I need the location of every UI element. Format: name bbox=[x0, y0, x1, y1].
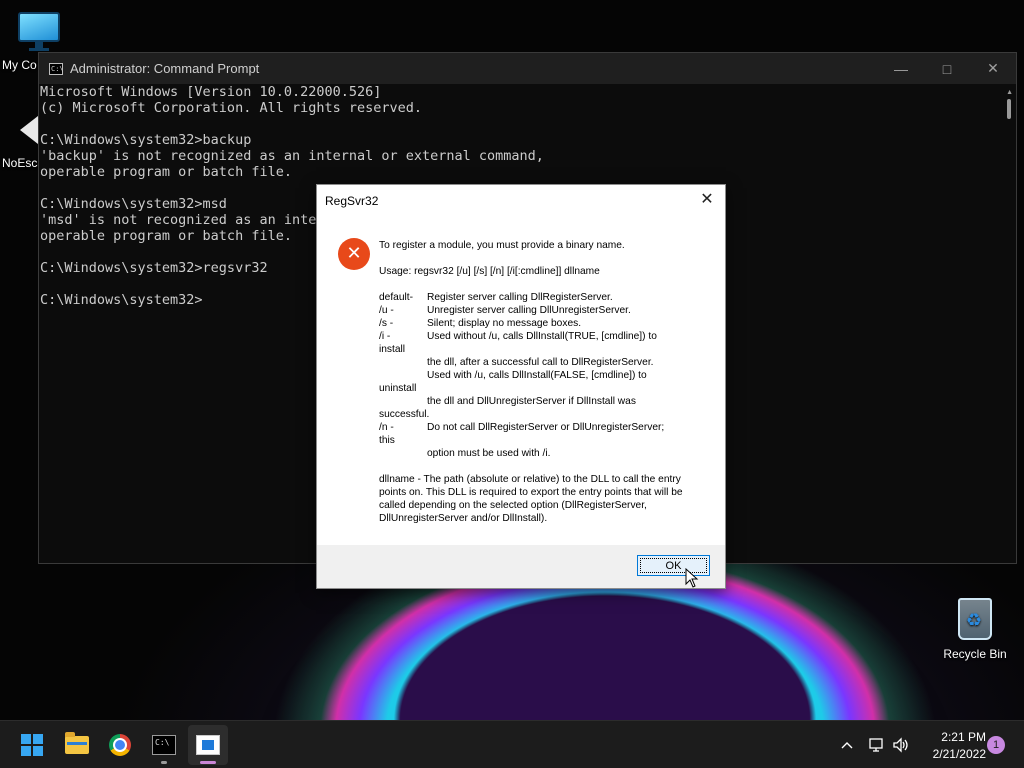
monitor-icon bbox=[18, 12, 60, 42]
taskbar-file-explorer[interactable] bbox=[57, 725, 97, 765]
terminal-icon: C:\ bbox=[49, 62, 64, 75]
regsvr32-dialog[interactable]: RegSvr32 ✕ ✕ To register a module, you m… bbox=[316, 184, 726, 589]
windows-logo-icon bbox=[21, 734, 43, 756]
dialog-close-button[interactable]: ✕ bbox=[695, 188, 719, 212]
clock[interactable]: 2:21 PM 2/21/2022 bbox=[916, 729, 986, 763]
start-button[interactable] bbox=[12, 725, 52, 765]
network-icon bbox=[869, 738, 883, 752]
option-row: /n - Do not call DllRegisterServer or Dll… bbox=[379, 422, 665, 433]
option-row: /u - Unregister server calling DllUnregis… bbox=[379, 305, 631, 316]
option-row: default- Register server calling DllRegis… bbox=[379, 292, 613, 303]
terminal-icon: C:\ bbox=[152, 735, 176, 755]
scroll-up-arrow[interactable]: ▲ bbox=[1006, 89, 1013, 96]
message-dllname: dllname - The path (absolute or relative… bbox=[379, 474, 683, 524]
message-line: the dll, after a successful call to DllR… bbox=[427, 357, 654, 368]
desktop-icon-label: My Co bbox=[2, 58, 37, 72]
message-line: the dll and DllUnregisterServer if DllIn… bbox=[427, 396, 636, 407]
option-row: /i - Used without /u, calls DllInstall(TR… bbox=[379, 331, 657, 342]
volume-button[interactable] bbox=[890, 721, 912, 768]
arrow-icon bbox=[20, 116, 38, 144]
console-line: operable program or batch file. bbox=[40, 164, 292, 180]
message-usage: Usage: regsvr32 [/u] [/s] [/n] [/i[:cmdl… bbox=[379, 266, 600, 277]
message-intro: To register a module, you must provide a… bbox=[379, 240, 625, 251]
minimize-button[interactable]: — bbox=[878, 53, 924, 84]
desktop-icon-my-computer[interactable]: My Co bbox=[0, 8, 80, 72]
recycle-bin-icon: ♻ bbox=[958, 598, 992, 640]
message-line: this bbox=[379, 435, 395, 446]
close-button[interactable]: ✕ bbox=[970, 53, 1016, 84]
option-row: /s - Silent; display no message boxes. bbox=[379, 318, 582, 329]
desktop-icon-recycle-bin[interactable]: ♻ Recycle Bin bbox=[936, 598, 1014, 661]
taskbar-command-prompt[interactable]: C:\ bbox=[144, 725, 184, 765]
message-line: successful. bbox=[379, 409, 430, 420]
ok-button[interactable]: OK bbox=[637, 555, 710, 576]
network-status-button[interactable] bbox=[866, 721, 886, 768]
message-line: uninstall bbox=[379, 383, 417, 394]
notification-badge[interactable]: 1 bbox=[987, 736, 1005, 754]
taskbar-regsvr32[interactable] bbox=[188, 725, 228, 765]
window-title: Administrator: Command Prompt bbox=[70, 61, 260, 76]
clock-date: 2/21/2022 bbox=[932, 747, 986, 761]
desktop-icon-label: Recycle Bin bbox=[943, 647, 1007, 661]
dialog-message: To register a module, you must provide a… bbox=[379, 239, 709, 525]
clock-time: 2:21 PM bbox=[941, 730, 986, 744]
error-icon: ✕ bbox=[338, 238, 370, 270]
show-hidden-icons-button[interactable] bbox=[836, 721, 858, 768]
dialog-footer: OK bbox=[317, 545, 725, 588]
console-line: Microsoft Windows [Version 10.0.22000.52… bbox=[40, 84, 382, 100]
taskbar-chrome[interactable] bbox=[100, 725, 140, 765]
dialog-title: RegSvr32 bbox=[325, 194, 379, 208]
chrome-icon bbox=[109, 734, 131, 756]
window-titlebar[interactable]: C:\ Administrator: Command Prompt — □ ✕ bbox=[39, 53, 1016, 84]
speaker-icon bbox=[893, 737, 908, 753]
message-line: Used with /u, calls DllInstall(FALSE, [c… bbox=[427, 370, 647, 381]
message-line: install bbox=[379, 344, 406, 355]
window-app-icon bbox=[196, 735, 220, 755]
scrollbar-thumb[interactable] bbox=[1007, 99, 1011, 119]
console-line: 'backup' is not recognized as an interna… bbox=[40, 148, 544, 164]
console-line: C:\Windows\system32>backup bbox=[40, 132, 252, 148]
maximize-button[interactable]: □ bbox=[924, 53, 970, 84]
folder-icon bbox=[65, 732, 89, 754]
console-line: (c) Microsoft Corporation. All rights re… bbox=[40, 100, 423, 116]
chevron-up-icon bbox=[841, 742, 853, 749]
message-line: option must be used with /i. bbox=[427, 448, 551, 459]
taskbar: C:\ 2:21 PM 2/21/2022 1 bbox=[0, 720, 1024, 768]
mouse-cursor-icon bbox=[685, 568, 699, 588]
